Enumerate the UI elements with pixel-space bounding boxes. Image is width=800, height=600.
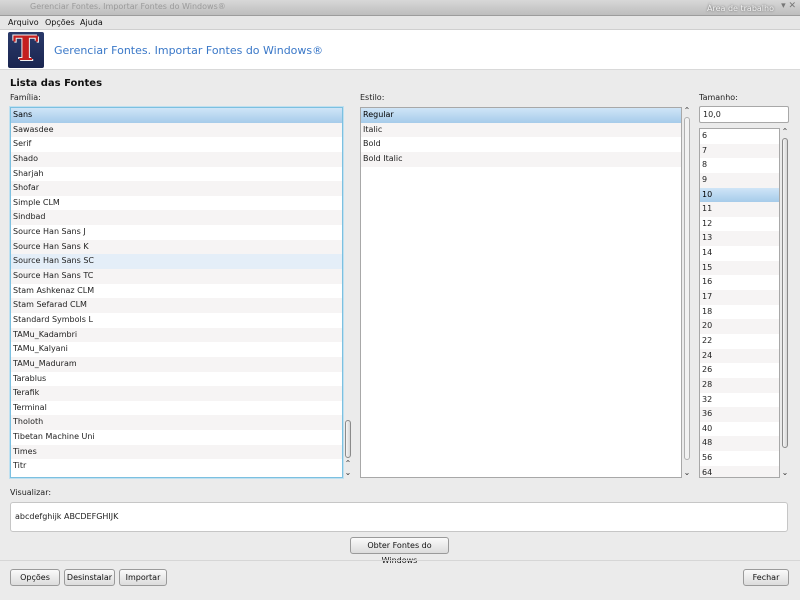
size-scrollbar[interactable]: ⌃ ⌄ bbox=[780, 127, 790, 478]
family-list-item[interactable]: Stam Sefarad CLM bbox=[11, 298, 342, 313]
family-list-item[interactable]: Tarablus bbox=[11, 372, 342, 387]
style-scroll-track[interactable] bbox=[684, 117, 690, 460]
get-windows-fonts-button[interactable]: Obter Fontes do Windows bbox=[350, 537, 449, 565]
family-list-item[interactable]: Sharjah bbox=[11, 167, 342, 182]
style-scrollbar[interactable]: ⌃ ⌄ bbox=[682, 106, 692, 478]
size-list-item[interactable]: 8 bbox=[700, 158, 779, 173]
size-list-item[interactable]: 22 bbox=[700, 334, 779, 349]
size-list-item[interactable]: 14 bbox=[700, 246, 779, 261]
app-logo: T bbox=[8, 29, 44, 69]
style-list[interactable]: Regular Italic Bold Bold Italic bbox=[360, 107, 682, 478]
size-list-item[interactable]: 26 bbox=[700, 363, 779, 378]
family-scrollbar[interactable]: ⌃ ⌄ bbox=[343, 107, 353, 478]
size-list-item[interactable]: 12 bbox=[700, 217, 779, 232]
scroll-up-icon[interactable]: ⌃ bbox=[683, 106, 691, 115]
scroll-down-icon[interactable]: ⌄ bbox=[344, 468, 352, 477]
family-list-item[interactable]: Titr bbox=[11, 459, 342, 474]
header-banner: T Gerenciar Fontes. Importar Fontes do W… bbox=[0, 29, 800, 70]
size-list-item[interactable]: 32 bbox=[700, 393, 779, 408]
size-list-item[interactable]: 64 bbox=[700, 465, 779, 477]
size-list-item[interactable]: 36 bbox=[700, 407, 779, 422]
size-list-item[interactable]: 28 bbox=[700, 377, 779, 393]
import-button[interactable]: Importar bbox=[119, 569, 167, 586]
desktop-label: Área de trabalho bbox=[707, 4, 774, 13]
family-list-item[interactable]: Simple CLM bbox=[11, 196, 342, 211]
scroll-up-icon[interactable]: ⌃ bbox=[344, 459, 352, 468]
window-controls-icon[interactable]: ▾ ✕ bbox=[781, 1, 796, 11]
options-button[interactable]: Opções bbox=[10, 569, 60, 586]
size-list-item[interactable]: 16 bbox=[700, 275, 779, 290]
family-list-item[interactable]: Sans bbox=[11, 108, 342, 123]
family-list-item[interactable]: Source Han Sans K bbox=[11, 239, 342, 255]
family-list-item[interactable]: Times bbox=[11, 444, 342, 460]
family-list-item[interactable]: Source Han Sans J bbox=[11, 225, 342, 240]
family-list-item[interactable]: Standard Symbols L bbox=[11, 313, 342, 328]
menu-opcoes[interactable]: Opções bbox=[45, 18, 75, 27]
family-list-item[interactable]: Terafik bbox=[11, 386, 342, 401]
size-list[interactable]: 6 7 8 9 10 11 12 13 14 15 16 17 18 20 22 24 26 28 32 36 40 48… bbox=[699, 128, 780, 478]
family-list-item[interactable]: Shofar bbox=[11, 181, 342, 196]
style-list-item[interactable]: Bold bbox=[361, 137, 681, 152]
size-list-item[interactable]: 15 bbox=[700, 260, 779, 276]
style-list-item[interactable]: Bold Italic bbox=[361, 151, 681, 167]
family-list-item[interactable]: Source Han Sans TC bbox=[11, 269, 342, 284]
family-label: Família: bbox=[10, 93, 41, 102]
size-list-item[interactable]: 7 bbox=[700, 143, 779, 159]
family-list-item[interactable]: Terminal bbox=[11, 401, 342, 416]
family-list-item[interactable]: Shado bbox=[11, 151, 342, 167]
style-list-item[interactable]: Italic bbox=[361, 122, 681, 138]
family-list-item[interactable]: TAMu_Kalyani bbox=[11, 342, 342, 357]
size-list-item[interactable]: 6 bbox=[700, 129, 779, 144]
preview-label: Visualizar: bbox=[10, 488, 52, 497]
family-list[interactable]: Sans Sawasdee Serif Shado Sharjah Shofar Simpl… bbox=[10, 107, 343, 478]
bottom-divider bbox=[0, 560, 800, 561]
size-scroll-thumb[interactable] bbox=[782, 138, 788, 448]
main-panel: Lista das Fontes Família: Sans Sawasdee Se… bbox=[0, 70, 800, 600]
family-list-item[interactable]: TAMu_Maduram bbox=[11, 356, 342, 372]
size-list-item[interactable]: 17 bbox=[700, 290, 779, 305]
style-list-item[interactable]: Regular bbox=[361, 108, 681, 123]
close-button[interactable]: Fechar bbox=[743, 569, 789, 586]
banner-title: Gerenciar Fontes. Importar Fontes do Win… bbox=[54, 44, 324, 57]
size-list-item[interactable]: 56 bbox=[700, 451, 779, 466]
size-list-item[interactable]: 40 bbox=[700, 422, 779, 437]
section-title: Lista das Fontes bbox=[10, 78, 103, 89]
preview-box: abcdefghijk ABCDEFGHIJK bbox=[10, 502, 788, 532]
size-list-item[interactable]: 11 bbox=[700, 202, 779, 217]
size-list-item[interactable]: 10 bbox=[700, 187, 779, 203]
family-list-item[interactable]: Serif bbox=[11, 137, 342, 152]
family-list-item[interactable]: Tibetan Machine Uni bbox=[11, 430, 342, 445]
style-label: Estilo: bbox=[360, 93, 385, 102]
size-list-item[interactable]: 18 bbox=[700, 305, 779, 320]
family-list-item[interactable]: Sawasdee bbox=[11, 122, 342, 138]
size-label: Tamanho: bbox=[699, 93, 738, 102]
size-list-item[interactable]: 13 bbox=[700, 231, 779, 247]
window-titlebar[interactable]: Gerenciar Fontes. Importar Fontes do Win… bbox=[0, 0, 800, 16]
size-list-item[interactable]: 20 bbox=[700, 319, 779, 334]
window-title: Gerenciar Fontes. Importar Fontes do Win… bbox=[30, 2, 226, 11]
size-list-item[interactable]: 48 bbox=[700, 436, 779, 452]
menu-ajuda[interactable]: Ajuda bbox=[80, 18, 103, 27]
family-list-item[interactable]: TAMu_Kadambri bbox=[11, 327, 342, 343]
family-list-item[interactable]: Tholoth bbox=[11, 415, 342, 431]
family-scroll-thumb[interactable] bbox=[345, 420, 351, 458]
size-list-item[interactable]: 24 bbox=[700, 348, 779, 364]
menu-bar: Arquivo Opções Ajuda bbox=[0, 16, 800, 30]
scroll-up-icon[interactable]: ⌃ bbox=[781, 127, 789, 136]
family-list-item[interactable]: Sindbad bbox=[11, 210, 342, 226]
family-list-item[interactable]: Stam Ashkenaz CLM bbox=[11, 284, 342, 299]
logo-letter: T bbox=[13, 29, 39, 69]
scroll-down-icon[interactable]: ⌄ bbox=[683, 468, 691, 477]
size-input[interactable]: 10,0 bbox=[699, 106, 789, 123]
scroll-down-icon[interactable]: ⌄ bbox=[781, 468, 789, 477]
size-list-item[interactable]: 9 bbox=[700, 172, 779, 188]
uninstall-button[interactable]: Desinstalar bbox=[64, 569, 115, 586]
menu-arquivo[interactable]: Arquivo bbox=[8, 18, 39, 27]
family-list-item[interactable]: Source Han Sans SC bbox=[11, 254, 342, 270]
